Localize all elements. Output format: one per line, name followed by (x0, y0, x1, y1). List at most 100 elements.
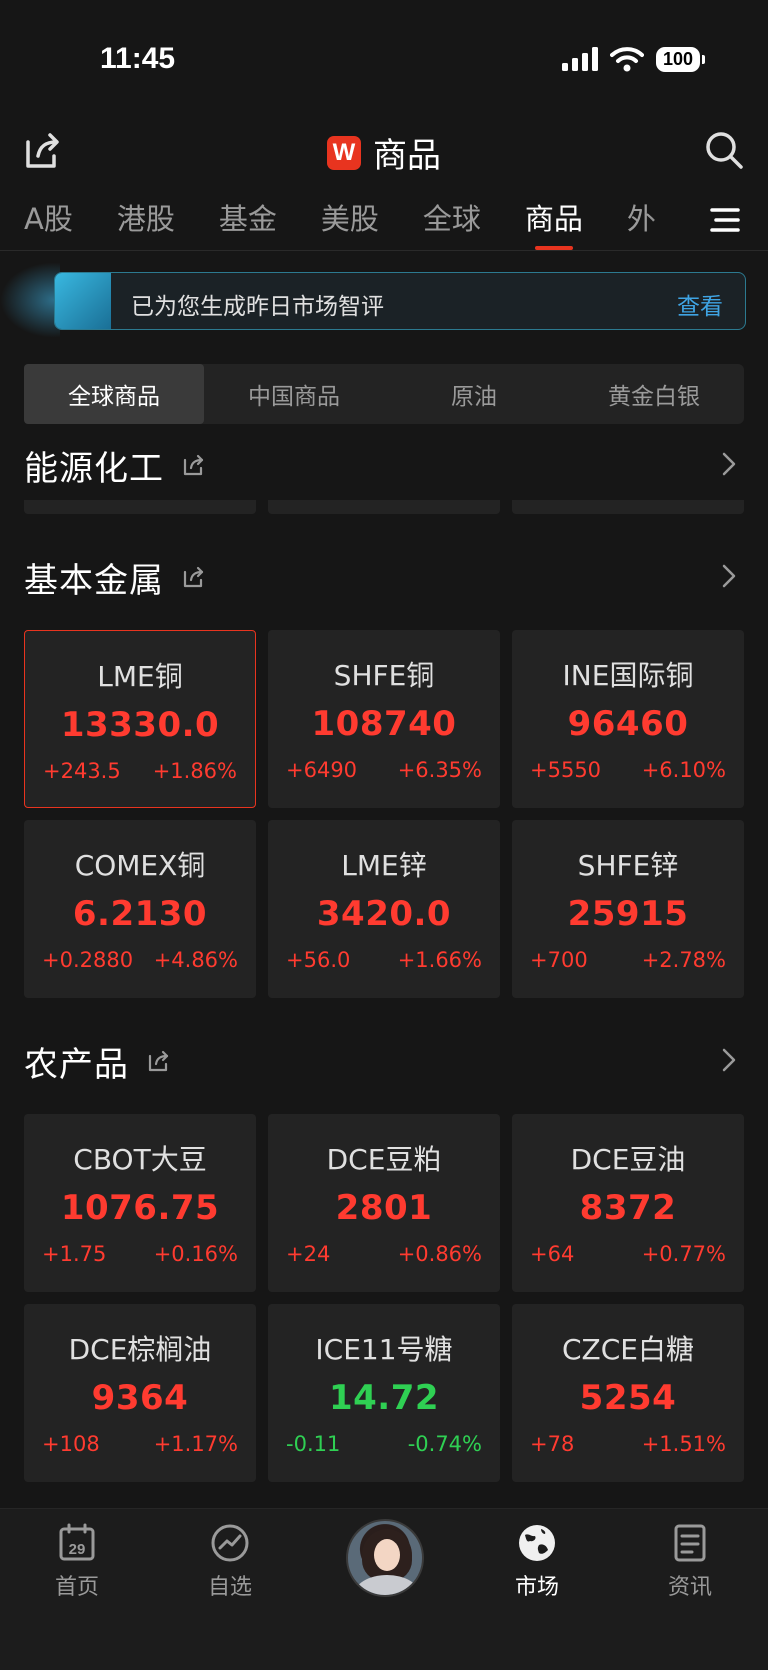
market-tabs: A股 港股 基金 美股 全球 商品 外 (0, 196, 700, 250)
quote-change-pct: +0.86% (397, 1242, 482, 1266)
quote-change-pct: +2.78% (641, 948, 726, 972)
quote-change: +24 (286, 1242, 331, 1266)
tab-a-shares[interactable]: A股 (24, 196, 73, 250)
tabs-fade (648, 196, 708, 250)
quote-change: +5550 (530, 758, 602, 782)
nav-home[interactable]: 29 首页 (27, 1523, 127, 1601)
chevron-right-icon[interactable] (722, 452, 736, 476)
search-icon[interactable] (704, 130, 744, 170)
quote-card-dce-soyoil[interactable]: DCE豆油 8372 +64 +0.77% (512, 1114, 744, 1292)
globe-icon (519, 1525, 555, 1561)
quote-name: DCE豆油 (570, 1143, 686, 1176)
banner-text: 已为您生成昨日市场智评 (131, 294, 384, 320)
quote-card-ine-copper[interactable]: INE国际铜 96460 +5550 +6.10% (512, 630, 744, 808)
quote-card-czce-sugar[interactable]: CZCE白糖 5254 +78 +1.51% (512, 1304, 744, 1482)
metals-grid: LME铜 13330.0 +243.5 +1.86% SHFE铜 108740 +… (24, 630, 744, 998)
tab-hk-stocks[interactable]: 港股 (117, 196, 175, 250)
tab-global[interactable]: 全球 (423, 196, 481, 250)
quote-card-shfe-copper[interactable]: SHFE铜 108740 +6490 +6.35% (268, 630, 500, 808)
energy-card-partial[interactable] (512, 500, 744, 514)
quote-change-pct: -0.74% (407, 1432, 482, 1456)
chevron-right-icon[interactable] (722, 1048, 736, 1072)
nav-news[interactable]: 资讯 (640, 1523, 740, 1601)
tab-funds[interactable]: 基金 (219, 196, 277, 250)
quote-price: 14.72 (328, 1378, 440, 1418)
quote-name: SHFE铜 (333, 659, 435, 692)
segment-crude-oil[interactable]: 原油 (384, 364, 564, 424)
quote-price: 6.2130 (72, 894, 208, 934)
quote-price: 9364 (91, 1378, 189, 1418)
banner-accent (55, 273, 111, 329)
section-metals-header[interactable]: 基本金属 (24, 552, 744, 602)
quote-price: 2801 (335, 1188, 433, 1228)
status-icons: 100 (561, 46, 706, 72)
quote-name: DCE棕榈油 (68, 1333, 212, 1366)
calendar-date: 29 (69, 1541, 86, 1558)
quote-change: +108 (42, 1432, 100, 1456)
app-header: W 商品 (0, 118, 768, 182)
energy-card-partial[interactable] (268, 500, 500, 514)
quote-change: +0.2880 (42, 948, 134, 972)
quote-name: ICE11号糖 (315, 1333, 453, 1366)
share-icon[interactable] (182, 565, 206, 589)
quote-change: +6490 (286, 758, 358, 782)
segment-china-commodities[interactable]: 中国商品 (204, 364, 384, 424)
trend-circle-icon (211, 1524, 249, 1562)
nav-label: 市场 (514, 1575, 559, 1600)
quote-change: +78 (530, 1432, 575, 1456)
quote-card-dce-soymeal[interactable]: DCE豆粕 2801 +24 +0.86% (268, 1114, 500, 1292)
energy-card-partial[interactable] (24, 500, 256, 514)
tab-commodities[interactable]: 商品 (525, 196, 583, 250)
nav-label: 首页 (54, 1575, 99, 1600)
share-icon[interactable] (182, 453, 206, 477)
nav-label: 资讯 (667, 1575, 712, 1600)
quote-change: +56.0 (286, 948, 351, 972)
segment-gold-silver[interactable]: 黄金白银 (564, 364, 744, 424)
quote-name: COMEX铜 (74, 849, 206, 882)
quote-card-lme-copper[interactable]: LME铜 13330.0 +243.5 +1.86% (24, 630, 256, 808)
quote-name: INE国际铜 (562, 659, 694, 692)
menu-icon[interactable] (710, 206, 740, 234)
banner-view-link[interactable]: 查看 (677, 287, 723, 321)
quote-change-pct: +0.16% (153, 1242, 238, 1266)
header-title: W 商品 (0, 128, 768, 177)
tab-us-stocks[interactable]: 美股 (321, 196, 379, 250)
quote-change-pct: +0.77% (641, 1242, 726, 1266)
quote-card-ice-sugar[interactable]: ICE11号糖 14.72 -0.11 -0.74% (268, 1304, 500, 1482)
chevron-right-icon[interactable] (722, 564, 736, 588)
quote-name: LME锌 (341, 849, 427, 882)
quote-name: SHFE锌 (577, 849, 679, 882)
wifi-icon (609, 47, 644, 72)
quote-card-comex-copper[interactable]: COMEX铜 6.2130 +0.2880 +4.86% (24, 820, 256, 998)
quote-card-lme-zinc[interactable]: LME锌 3420.0 +56.0 +1.66% (268, 820, 500, 998)
quote-change-pct: +1.86% (152, 759, 237, 783)
segment-global-commodities[interactable]: 全球商品 (24, 364, 204, 424)
quote-price: 96460 (567, 704, 689, 744)
nav-watchlist[interactable]: 自选 (180, 1523, 280, 1601)
quote-price: 5254 (579, 1378, 677, 1418)
ai-review-banner[interactable]: 已为您生成昨日市场智评 查看 (54, 272, 746, 330)
quote-price: 1076.75 (60, 1188, 220, 1228)
quote-card-shfe-zinc[interactable]: SHFE锌 25915 +700 +2.78% (512, 820, 744, 998)
share-icon[interactable] (147, 1049, 171, 1073)
section-agri-header[interactable]: 农产品 (24, 1036, 744, 1086)
quote-change: +700 (530, 948, 588, 972)
nav-market[interactable]: 市场 (487, 1523, 587, 1601)
quote-change-pct: +6.10% (641, 758, 726, 782)
assistant-avatar[interactable] (346, 1519, 424, 1597)
status-time: 11:45 (100, 42, 176, 75)
app-logo: W (327, 135, 361, 170)
quote-card-cbot-soybean[interactable]: CBOT大豆 1076.75 +1.75 +0.16% (24, 1114, 256, 1292)
section-energy-header[interactable]: 能源化工 (24, 440, 744, 490)
commodity-segments: 全球商品 中国商品 原油 黄金白银 (24, 364, 744, 424)
section-title: 基本金属 (24, 560, 164, 601)
quote-name: DCE豆粕 (326, 1143, 442, 1176)
quote-change: +64 (530, 1242, 575, 1266)
banner-glow (0, 262, 60, 338)
nav-label: 自选 (207, 1575, 252, 1600)
quote-change-pct: +1.51% (641, 1432, 726, 1456)
quote-price: 3420.0 (316, 894, 452, 934)
section-title: 农产品 (24, 1044, 129, 1085)
quote-card-dce-palm-oil[interactable]: DCE棕榈油 9364 +108 +1.17% (24, 1304, 256, 1482)
quote-change: +243.5 (43, 759, 121, 783)
